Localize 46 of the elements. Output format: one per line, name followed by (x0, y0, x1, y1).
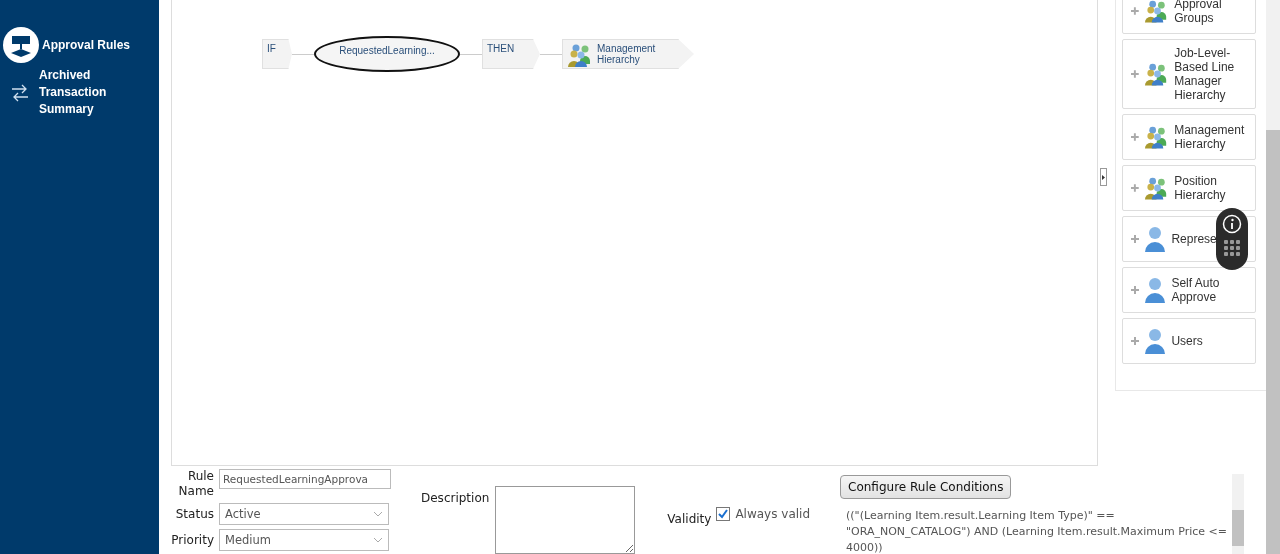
transfer-icon (10, 82, 30, 103)
priority-dropdown[interactable]: Medium (219, 529, 389, 551)
description-label: Description (421, 491, 490, 505)
collapse-handle[interactable] (1100, 168, 1108, 186)
validity-label: Validity (667, 512, 712, 526)
palette-card[interactable]: Approval Groups (1122, 0, 1257, 34)
plus-icon[interactable] (1131, 337, 1140, 345)
plus-icon[interactable] (1131, 70, 1140, 78)
palette-card[interactable]: Management Hierarchy (1122, 114, 1257, 160)
people-group-icon (567, 43, 593, 67)
keyword-node[interactable]: THEN (482, 39, 540, 69)
keyword-node[interactable]: IF (262, 39, 292, 69)
scrollbar[interactable] (1232, 474, 1244, 554)
palette-card[interactable]: Users (1122, 318, 1257, 364)
rule-name-field[interactable]: RequestedLearningApprova (219, 469, 391, 489)
status-label: Status (174, 506, 214, 522)
palette-card[interactable]: Self Auto Approve (1122, 267, 1257, 313)
condition-node[interactable]: RequestedLearning... (314, 36, 460, 72)
person-icon (1144, 277, 1167, 303)
floating-menu[interactable] (1216, 208, 1248, 270)
plus-icon[interactable] (1131, 7, 1140, 15)
palette-card[interactable]: Position Hierarchy (1122, 165, 1257, 211)
priority-label: Priority (171, 532, 214, 548)
action-node[interactable]: Management Hierarchy (562, 39, 694, 69)
plus-icon[interactable] (1131, 184, 1140, 192)
condition-text: (("(Learning Item.result.Learning Item Type)" == "ORA_NON_CATALOG") AND (Learning Item.result.Maximum Price <= 4000)) (846, 508, 1228, 554)
checkbox[interactable] (716, 507, 731, 521)
plus-icon[interactable] (1131, 235, 1140, 243)
plus-icon[interactable] (1131, 286, 1140, 294)
person-icon (1144, 226, 1167, 252)
grid-icon[interactable] (1224, 240, 1240, 256)
palette-card[interactable]: Job-Level-Based Line Manager Hierarchy (1122, 39, 1257, 109)
info-icon[interactable] (1222, 214, 1242, 234)
page-scrollbar[interactable] (1266, 0, 1280, 554)
configure-button[interactable]: Configure Rule Conditions (840, 475, 1012, 499)
description-field[interactable] (495, 486, 636, 554)
sidebar-item[interactable]: Archived Transaction Summary (0, 67, 159, 118)
flowchart-icon (3, 27, 39, 63)
plus-icon[interactable] (1131, 133, 1140, 141)
rule-name-label: Rule Name (177, 469, 214, 499)
person-icon (1144, 328, 1167, 354)
always-valid-label: Always valid (735, 507, 811, 521)
sidebar-item[interactable]: Approval Rules (0, 25, 159, 65)
status-dropdown[interactable]: Active (219, 503, 389, 525)
chevron-down-icon[interactable] (373, 537, 383, 543)
chevron-down-icon[interactable] (373, 511, 383, 517)
